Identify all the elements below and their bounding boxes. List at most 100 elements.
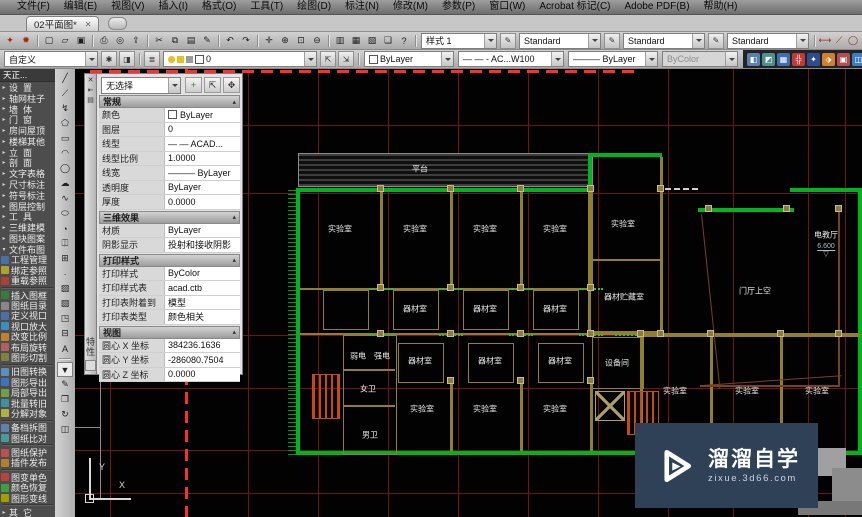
- plot-preview-icon[interactable]: ◎: [112, 34, 128, 48]
- menu-item-14[interactable]: 帮助(H): [697, 0, 745, 14]
- property-value[interactable]: -286080.7504: [165, 353, 240, 367]
- palette-close-icon[interactable]: ✕: [85, 75, 96, 85]
- menu-item-5[interactable]: 格式(O): [195, 0, 243, 14]
- property-value[interactable]: — — ACAD...: [165, 137, 240, 151]
- menu-item-9[interactable]: 修改(M): [386, 0, 435, 14]
- hatch-icon[interactable]: ▨: [57, 281, 73, 296]
- markup-set-manager-icon[interactable]: ❏: [380, 34, 396, 48]
- cut-icon[interactable]: ✂: [151, 34, 167, 48]
- chevron-down-icon[interactable]: [588, 33, 600, 48]
- dim-standard-combo[interactable]: Standard: [519, 32, 601, 49]
- menu-item-11[interactable]: 窗口(W): [482, 0, 532, 14]
- construction-line-icon[interactable]: ⟋: [57, 86, 73, 101]
- menu-item-2[interactable]: 编辑(E): [57, 0, 104, 14]
- menu-item-4[interactable]: 插入(I): [151, 0, 194, 14]
- workspace-settings-icon[interactable]: ✱: [101, 51, 117, 67]
- collapse-icon[interactable]: ▴: [232, 213, 236, 221]
- layer-combo[interactable]: 0: [163, 51, 317, 67]
- menu-item-10[interactable]: 参数(P): [435, 0, 482, 14]
- match-properties-icon[interactable]: ✎: [199, 34, 215, 48]
- collapse-icon[interactable]: ▴: [232, 256, 236, 264]
- plotstyle-combo[interactable]: ByColor: [662, 51, 738, 67]
- dim-style-dialog-icon[interactable]: ✎: [604, 32, 620, 49]
- sidebar-command-10[interactable]: 图形切割: [0, 352, 55, 363]
- property-value[interactable]: ByLayer: [165, 223, 240, 237]
- linear-dimension-icon[interactable]: ⟷: [818, 34, 832, 48]
- chevron-down-icon[interactable]: [551, 52, 563, 66]
- tz-icon-3[interactable]: ▦: [777, 52, 790, 66]
- palette-title-bar[interactable]: ✕ ⇤ ▤ 特性: [84, 73, 97, 375]
- make-object-layer-current-icon[interactable]: ⇱: [320, 51, 336, 67]
- copy-icon[interactable]: ⧉: [167, 34, 183, 48]
- property-value[interactable]: 0.0000: [165, 195, 240, 209]
- sidebar-command-15[interactable]: 分解对象: [0, 408, 55, 419]
- save-workspace-icon[interactable]: ◨: [119, 51, 135, 67]
- zoom-window-icon[interactable]: ⊡: [293, 34, 309, 48]
- tz-icon-7[interactable]: ▣: [837, 52, 850, 66]
- selection-combo[interactable]: 无选择: [101, 76, 181, 94]
- menu-item-3[interactable]: 视图(V): [104, 0, 151, 14]
- palette-section-header[interactable]: 常规 ▴: [99, 95, 240, 108]
- property-value[interactable]: 模型: [165, 295, 240, 309]
- chevron-down-icon[interactable]: [692, 33, 704, 48]
- chevron-down-icon[interactable]: [484, 33, 496, 48]
- sidebar-command-3[interactable]: 重载参照: [0, 276, 55, 286]
- tz-icon-8[interactable]: ◫: [852, 52, 862, 66]
- table-style-dialog-icon[interactable]: ✎: [708, 32, 724, 49]
- help-icon[interactable]: ?: [396, 34, 412, 48]
- palette-section-header[interactable]: 视图 ▴: [99, 325, 240, 339]
- menu-item-1[interactable]: 文件(F): [10, 0, 57, 14]
- circle-icon[interactable]: ◯: [57, 161, 73, 176]
- chevron-down-icon[interactable]: [725, 52, 737, 66]
- pan-icon[interactable]: ✛: [261, 34, 277, 48]
- tz-icon-6[interactable]: ⬗: [822, 52, 835, 66]
- table-icon[interactable]: ⊟: [57, 326, 73, 341]
- tz-icon-2[interactable]: ◩: [762, 52, 775, 66]
- property-value[interactable]: 颜色相关: [165, 310, 240, 324]
- property-value[interactable]: 384236.1636: [165, 338, 240, 352]
- polygon-icon[interactable]: ⬠: [57, 116, 73, 131]
- toggle-pickadd-icon[interactable]: +: [185, 77, 202, 93]
- ellipse-icon[interactable]: ⬭: [57, 206, 73, 221]
- menu-item-8[interactable]: 标注(N): [338, 0, 386, 14]
- radius-dimension-icon[interactable]: ◯: [846, 34, 860, 48]
- mleader-standard-combo[interactable]: Standard: [727, 32, 809, 49]
- tz-icon-4[interactable]: ╬: [792, 52, 805, 66]
- zoom-realtime-icon[interactable]: ⊕: [277, 34, 293, 48]
- table-standard-combo[interactable]: Standard: [623, 32, 705, 49]
- chevron-down-icon[interactable]: [168, 77, 180, 93]
- property-value[interactable]: ——— ByLayer: [165, 166, 240, 180]
- rectangle-icon[interactable]: ▭: [57, 131, 73, 146]
- tab-overflow-button[interactable]: [108, 17, 128, 30]
- menu-item-13[interactable]: Adobe PDF(B): [618, 0, 697, 14]
- new-drawing-icon[interactable]: ▢: [41, 34, 57, 48]
- ellipse-arc-icon[interactable]: ◔: [57, 221, 73, 236]
- drawing-tab[interactable]: 02平面图* ✕: [26, 16, 100, 31]
- lineweight-combo[interactable]: ——— ByLayer: [568, 51, 658, 67]
- chevron-down-icon[interactable]: [796, 33, 808, 48]
- save-icon[interactable]: ▣: [73, 34, 89, 48]
- menu-item-12[interactable]: Acrobat 标记(C): [532, 0, 617, 14]
- tab-close-icon[interactable]: ✕: [85, 20, 92, 29]
- arc-icon[interactable]: ◠: [57, 146, 73, 161]
- sidebar-command-22[interactable]: 图形变线: [0, 493, 55, 504]
- redo-icon[interactable]: ↷: [238, 34, 254, 48]
- region-icon[interactable]: ◳: [57, 311, 73, 326]
- gradient-icon[interactable]: ▧: [57, 296, 73, 311]
- layer-previous-icon[interactable]: ⇲: [338, 51, 354, 67]
- copy-object-icon[interactable]: ❐: [57, 392, 73, 407]
- palette-section-header[interactable]: 打印样式 ▴: [99, 253, 240, 267]
- revision-cloud-icon[interactable]: ☁: [57, 176, 73, 191]
- property-value[interactable]: 0: [165, 122, 240, 136]
- sidebar-command-17[interactable]: 图纸比对: [0, 433, 55, 444]
- menu-item-7[interactable]: 绘图(D): [290, 0, 338, 14]
- collapse-icon[interactable]: ▴: [232, 98, 236, 106]
- spline-icon[interactable]: ∿: [57, 191, 73, 206]
- palette-menu-icon[interactable]: ▤: [85, 95, 96, 105]
- chevron-down-icon[interactable]: [645, 52, 657, 66]
- palette-section-header[interactable]: 三维效果 ▴: [99, 210, 240, 224]
- edit-polyline-icon[interactable]: ✎: [57, 377, 73, 392]
- tz-screen-menu-icon[interactable]: ✦: [2, 34, 18, 48]
- quick-select-icon[interactable]: ✥: [223, 77, 240, 93]
- tool-palettes-icon[interactable]: ▧: [364, 34, 380, 48]
